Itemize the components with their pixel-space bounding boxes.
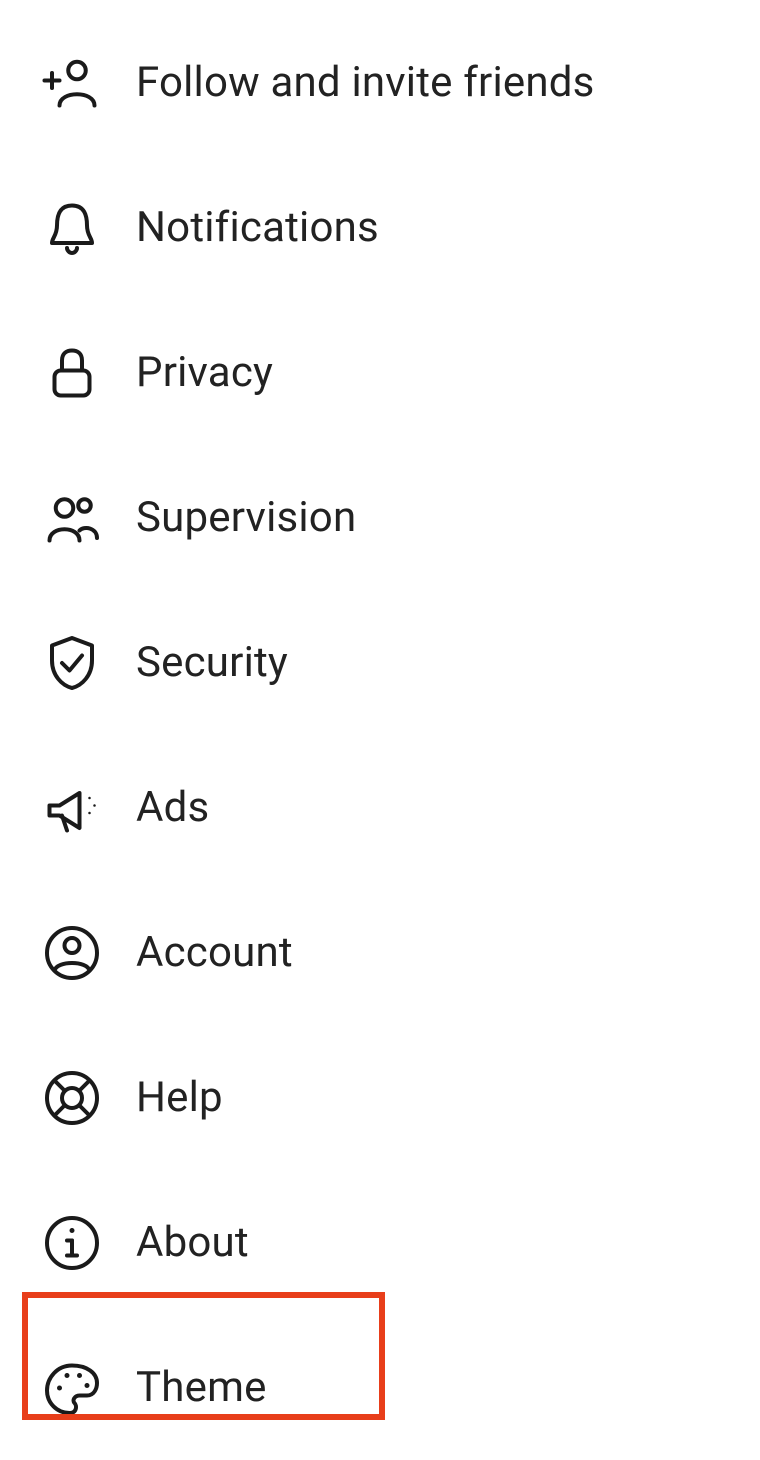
settings-item-ads[interactable]: Ads [0,735,760,880]
info-icon [40,1211,104,1275]
shield-check-icon [40,631,104,695]
people-icon [40,486,104,550]
settings-item-help[interactable]: Help [0,1025,760,1170]
add-user-icon [40,51,104,115]
settings-item-label: Privacy [136,348,273,397]
account-circle-icon [40,921,104,985]
settings-item-security[interactable]: Security [0,590,760,735]
settings-item-label: Help [136,1073,223,1122]
settings-item-label: Ads [136,783,209,832]
settings-item-account[interactable]: Account [0,880,760,1025]
bell-icon [40,196,104,260]
megaphone-icon [40,776,104,840]
settings-item-label: Security [136,638,288,687]
settings-item-label: Theme [136,1363,267,1412]
palette-icon [40,1356,104,1420]
lock-icon [40,341,104,405]
settings-item-follow-invite[interactable]: Follow and invite friends [0,10,760,155]
settings-item-privacy[interactable]: Privacy [0,300,760,445]
settings-item-supervision[interactable]: Supervision [0,445,760,590]
settings-item-label: Notifications [136,203,379,252]
settings-item-label: Account [136,928,293,977]
settings-item-theme[interactable]: Theme [0,1315,760,1460]
settings-item-label: Follow and invite friends [136,58,595,107]
settings-item-label: Supervision [136,493,356,542]
settings-item-label: About [136,1218,249,1267]
settings-item-about[interactable]: About [0,1170,760,1315]
settings-item-notifications[interactable]: Notifications [0,155,760,300]
settings-list: Follow and invite friends Notifications … [0,0,760,1460]
lifebuoy-icon [40,1066,104,1130]
